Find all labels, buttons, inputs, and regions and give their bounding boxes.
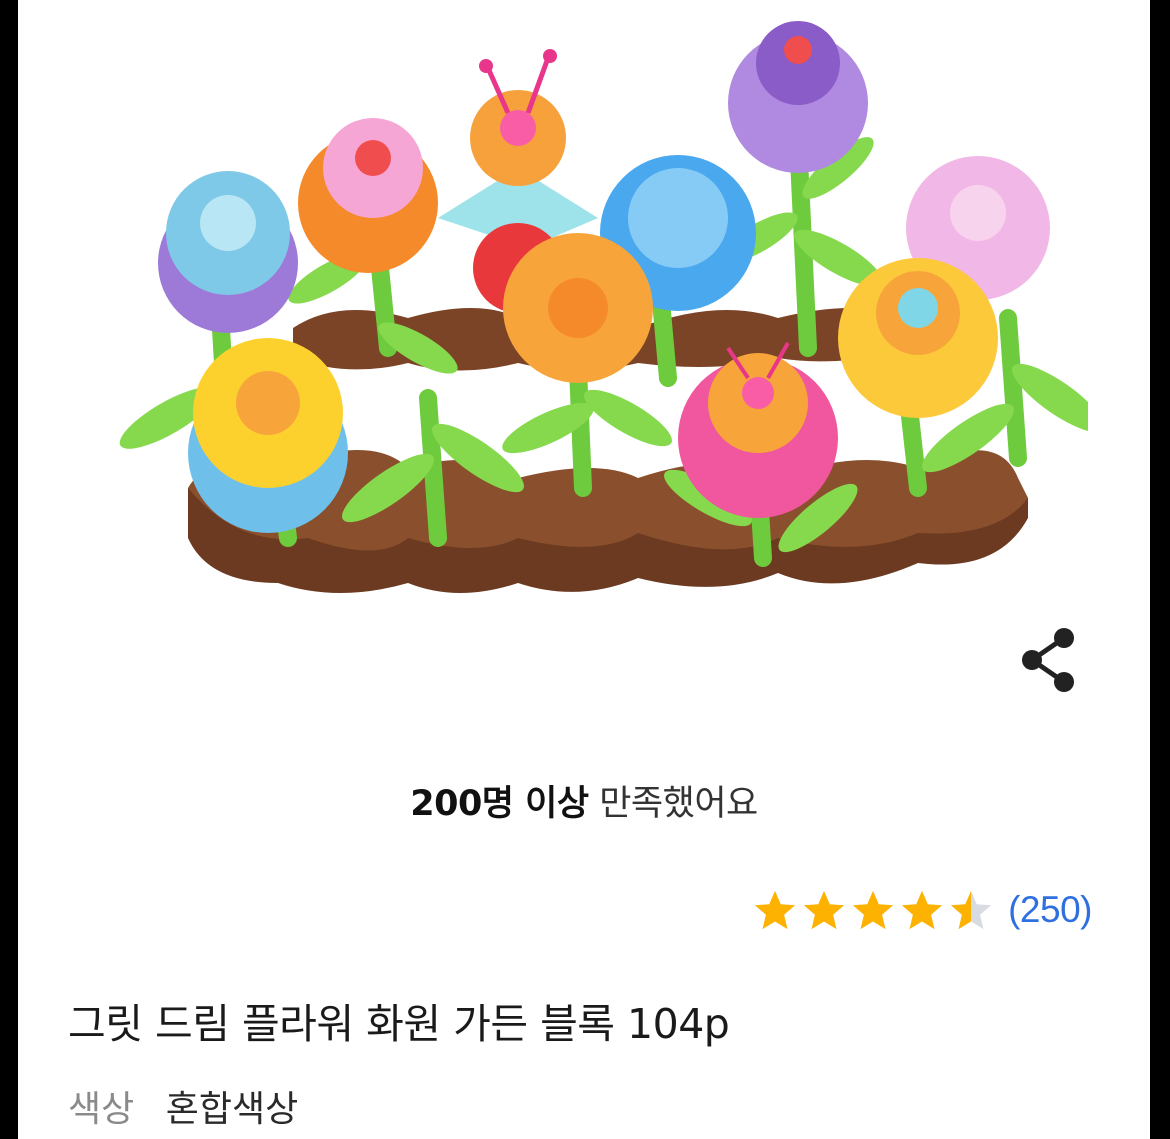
- star-rating: [752, 887, 994, 933]
- share-icon: [1022, 628, 1074, 692]
- product-title: 그릿 드림 플라워 화원 가든 블록 104p: [68, 1000, 730, 1048]
- share-button[interactable]: [1016, 622, 1086, 696]
- satisfaction-text: 만족했어요: [599, 784, 758, 824]
- option-row: 색상 혼합색상: [68, 1080, 298, 1132]
- option-value: 혼합색상: [165, 1089, 299, 1130]
- option-label: 색상: [68, 1089, 135, 1130]
- star-icon: [950, 890, 992, 930]
- satisfaction-count: 200명 이상: [410, 784, 589, 824]
- product-detail-screen: 200명 이상 만족했어요 (250) 그릿 드림 플라워 화원 가든 블록 1…: [18, 0, 1150, 1139]
- star-icon: [901, 890, 943, 930]
- rating-summary[interactable]: (250): [752, 880, 1092, 940]
- star-icon: [852, 890, 894, 930]
- star-icon: [754, 890, 796, 930]
- review-count[interactable]: (250): [1008, 889, 1092, 931]
- star-icon: [803, 890, 845, 930]
- satisfaction-message: 200명 이상 만족했어요: [18, 775, 1150, 826]
- product-image[interactable]: [78, 18, 1088, 603]
